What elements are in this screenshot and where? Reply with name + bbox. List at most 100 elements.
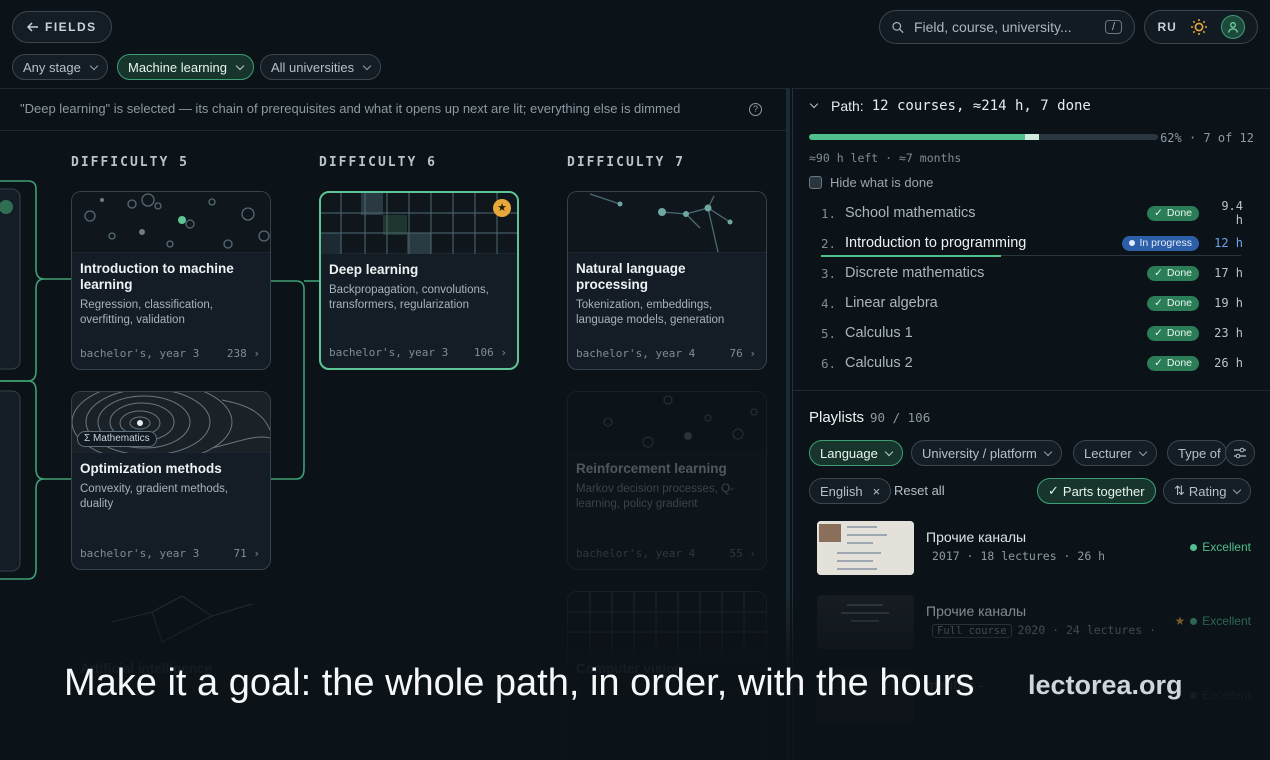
search-shortcut-key: / (1104, 20, 1122, 34)
chevron-down-icon (1138, 447, 1147, 456)
chevron-down-icon (235, 61, 245, 70)
bubbles-illustration (84, 193, 270, 249)
step-number: 3. (821, 265, 837, 281)
progress-text: 62% · 7 of 12 (1160, 131, 1254, 145)
university-filter[interactable]: All universities (260, 54, 382, 80)
card-art (568, 592, 766, 653)
step-status-label: In progress (1139, 236, 1192, 249)
category-badge[interactable]: Σ Mathematics (77, 431, 157, 447)
card-art (568, 192, 766, 253)
card-footer: bachelor's, year 4 76 › (576, 347, 756, 360)
stage-filter[interactable]: Any stage (12, 54, 108, 80)
card-count: 106 (473, 346, 494, 359)
card-meta: bachelor's, year 3 (80, 547, 200, 560)
card-footer: bachelor's, year 3 106 › (329, 346, 507, 359)
hide-done-toggle[interactable]: Hide what is done (809, 175, 933, 190)
playlist-item[interactable]: Прочие каналы Full course 2020 · 24 lectu… (817, 595, 1257, 651)
step-number: 5. (821, 325, 837, 341)
filter-lecturer[interactable]: Lecturer (1073, 440, 1157, 466)
card-count: 55 (729, 547, 743, 560)
search-box[interactable]: / (879, 10, 1135, 44)
sort-select[interactable]: ⇅ Rating (1163, 478, 1252, 504)
thumbnail-image (817, 595, 914, 649)
step-status-label: Done (1166, 356, 1192, 369)
thumbnail-image (817, 521, 914, 575)
course-card-deep-learning[interactable]: ★ Deep learning Backpropagation, convolu… (319, 191, 519, 370)
field-filter[interactable]: Machine learning (117, 54, 255, 80)
card-description: Backpropagation, convolutions, transform… (329, 284, 489, 311)
path-step[interactable]: 1. School mathematics ✓ Done 9.4 h (821, 198, 1243, 228)
card-title: Introduction to machine learning (80, 261, 234, 292)
remove-chip-icon[interactable]: × (873, 484, 881, 499)
star-icon[interactable]: ★ (493, 199, 511, 217)
stage-filter-label: Any stage (23, 59, 81, 75)
time-left-text: ≈90 h left · ≈7 months (809, 151, 962, 165)
user-avatar[interactable] (1220, 15, 1245, 39)
chevron-down-icon (1233, 485, 1242, 494)
rating-dot-icon (1190, 543, 1198, 551)
card-description: Regression, classification, overfitting,… (80, 299, 213, 326)
card-meta: bachelor's, year 4 (576, 547, 696, 560)
playlist-rating: Excellent (1190, 540, 1251, 554)
step-status-badge: In progress (1122, 235, 1199, 251)
path-step[interactable]: 6. Calculus 2 ✓ Done 26 h (821, 348, 1243, 378)
column-difficulty-5: DIFFICULTY 5 (71, 155, 189, 170)
course-card-rl[interactable]: Reinforcement learning Markov decision p… (567, 391, 767, 570)
in-progress-dot-icon (1129, 239, 1136, 246)
sun-icon[interactable] (1190, 18, 1208, 36)
course-graph: "Deep learning" is selected — its chain … (0, 88, 788, 760)
step-name: Linear algebra (845, 295, 938, 311)
playlist-meta: 2020 · 24 lectures · (1017, 623, 1157, 637)
playlist-rating: Excellent (1190, 688, 1251, 702)
rating-label: Excellent (1202, 688, 1251, 702)
filter-type[interactable]: Type of (1167, 440, 1227, 466)
step-name: Discrete mathematics (845, 265, 985, 281)
step-status-badge: ✓ Done (1147, 355, 1199, 371)
path-step[interactable]: 4. Linear algebra ✓ Done 19 h (821, 288, 1243, 318)
filter-settings-button[interactable] (1225, 440, 1255, 466)
step-name: Introduction to programming (845, 235, 1027, 251)
filter-university-platform[interactable]: University / platform (911, 440, 1062, 466)
playlist-item[interactable]: Прочие каналы 2017 · 18 lectures · 26 h … (817, 521, 1257, 577)
path-label: Path: (831, 98, 864, 114)
progress-in-progress-segment (1025, 134, 1040, 140)
step-status-badge: ✓ Done (1147, 205, 1199, 221)
course-card-nlp[interactable]: Natural language processing Tokenization… (567, 191, 767, 370)
check-icon: ✓ (1154, 326, 1163, 339)
step-name: Calculus 1 (845, 325, 913, 341)
step-number: 2. (821, 235, 837, 251)
course-card-optimization[interactable]: Σ Mathematics Optimization methods Conve… (71, 391, 271, 570)
bubbles-illustration (603, 395, 758, 448)
filter-language[interactable]: Language (809, 440, 903, 466)
path-step[interactable]: 3. Discrete mathematics ✓ Done 17 h (821, 258, 1243, 288)
step-status-label: Done (1166, 206, 1192, 219)
path-step[interactable]: 2. Introduction to programming In progress… (821, 228, 1243, 258)
rating-label: Excellent (1202, 614, 1251, 628)
hide-done-checkbox[interactable] (809, 176, 822, 189)
card-description: Convexity, gradient methods, duality (80, 483, 229, 510)
active-filter-chip[interactable]: English × (809, 478, 892, 504)
grid-illustration (321, 193, 517, 254)
progress-fill (809, 134, 1026, 140)
card-footer: bachelor's, year 3 238 › (80, 347, 260, 360)
sort-label: Rating (1188, 483, 1227, 499)
fields-back-button[interactable]: FIELDS (12, 11, 112, 43)
rating-dot-icon (1190, 691, 1198, 699)
playlist-thumbnail (817, 595, 914, 649)
panel-resize-handle[interactable] (786, 88, 790, 760)
course-card-intro-ml[interactable]: Introduction to machine learning Regress… (71, 191, 271, 370)
check-icon: ✓ (1154, 206, 1163, 219)
path-progress-bar (809, 134, 1158, 140)
user-icon (1227, 22, 1238, 33)
search-input[interactable] (913, 19, 1095, 35)
language-switch[interactable]: RU (1157, 20, 1176, 34)
path-header[interactable]: Path: 12 courses, ≈214 h, 7 done (809, 98, 1091, 114)
filter-lecturer-label: Lecturer (1084, 445, 1132, 461)
chevron-down-icon (89, 61, 99, 70)
check-icon: ✓ (1154, 266, 1163, 279)
playlists-count: 90 / 106 (870, 410, 931, 425)
card-art: ★ (321, 193, 517, 254)
reset-filters-link[interactable]: Reset all (894, 483, 945, 498)
parts-together-toggle[interactable]: ✓ Parts together (1037, 478, 1156, 504)
path-step[interactable]: 5. Calculus 1 ✓ Done 23 h (821, 318, 1243, 348)
